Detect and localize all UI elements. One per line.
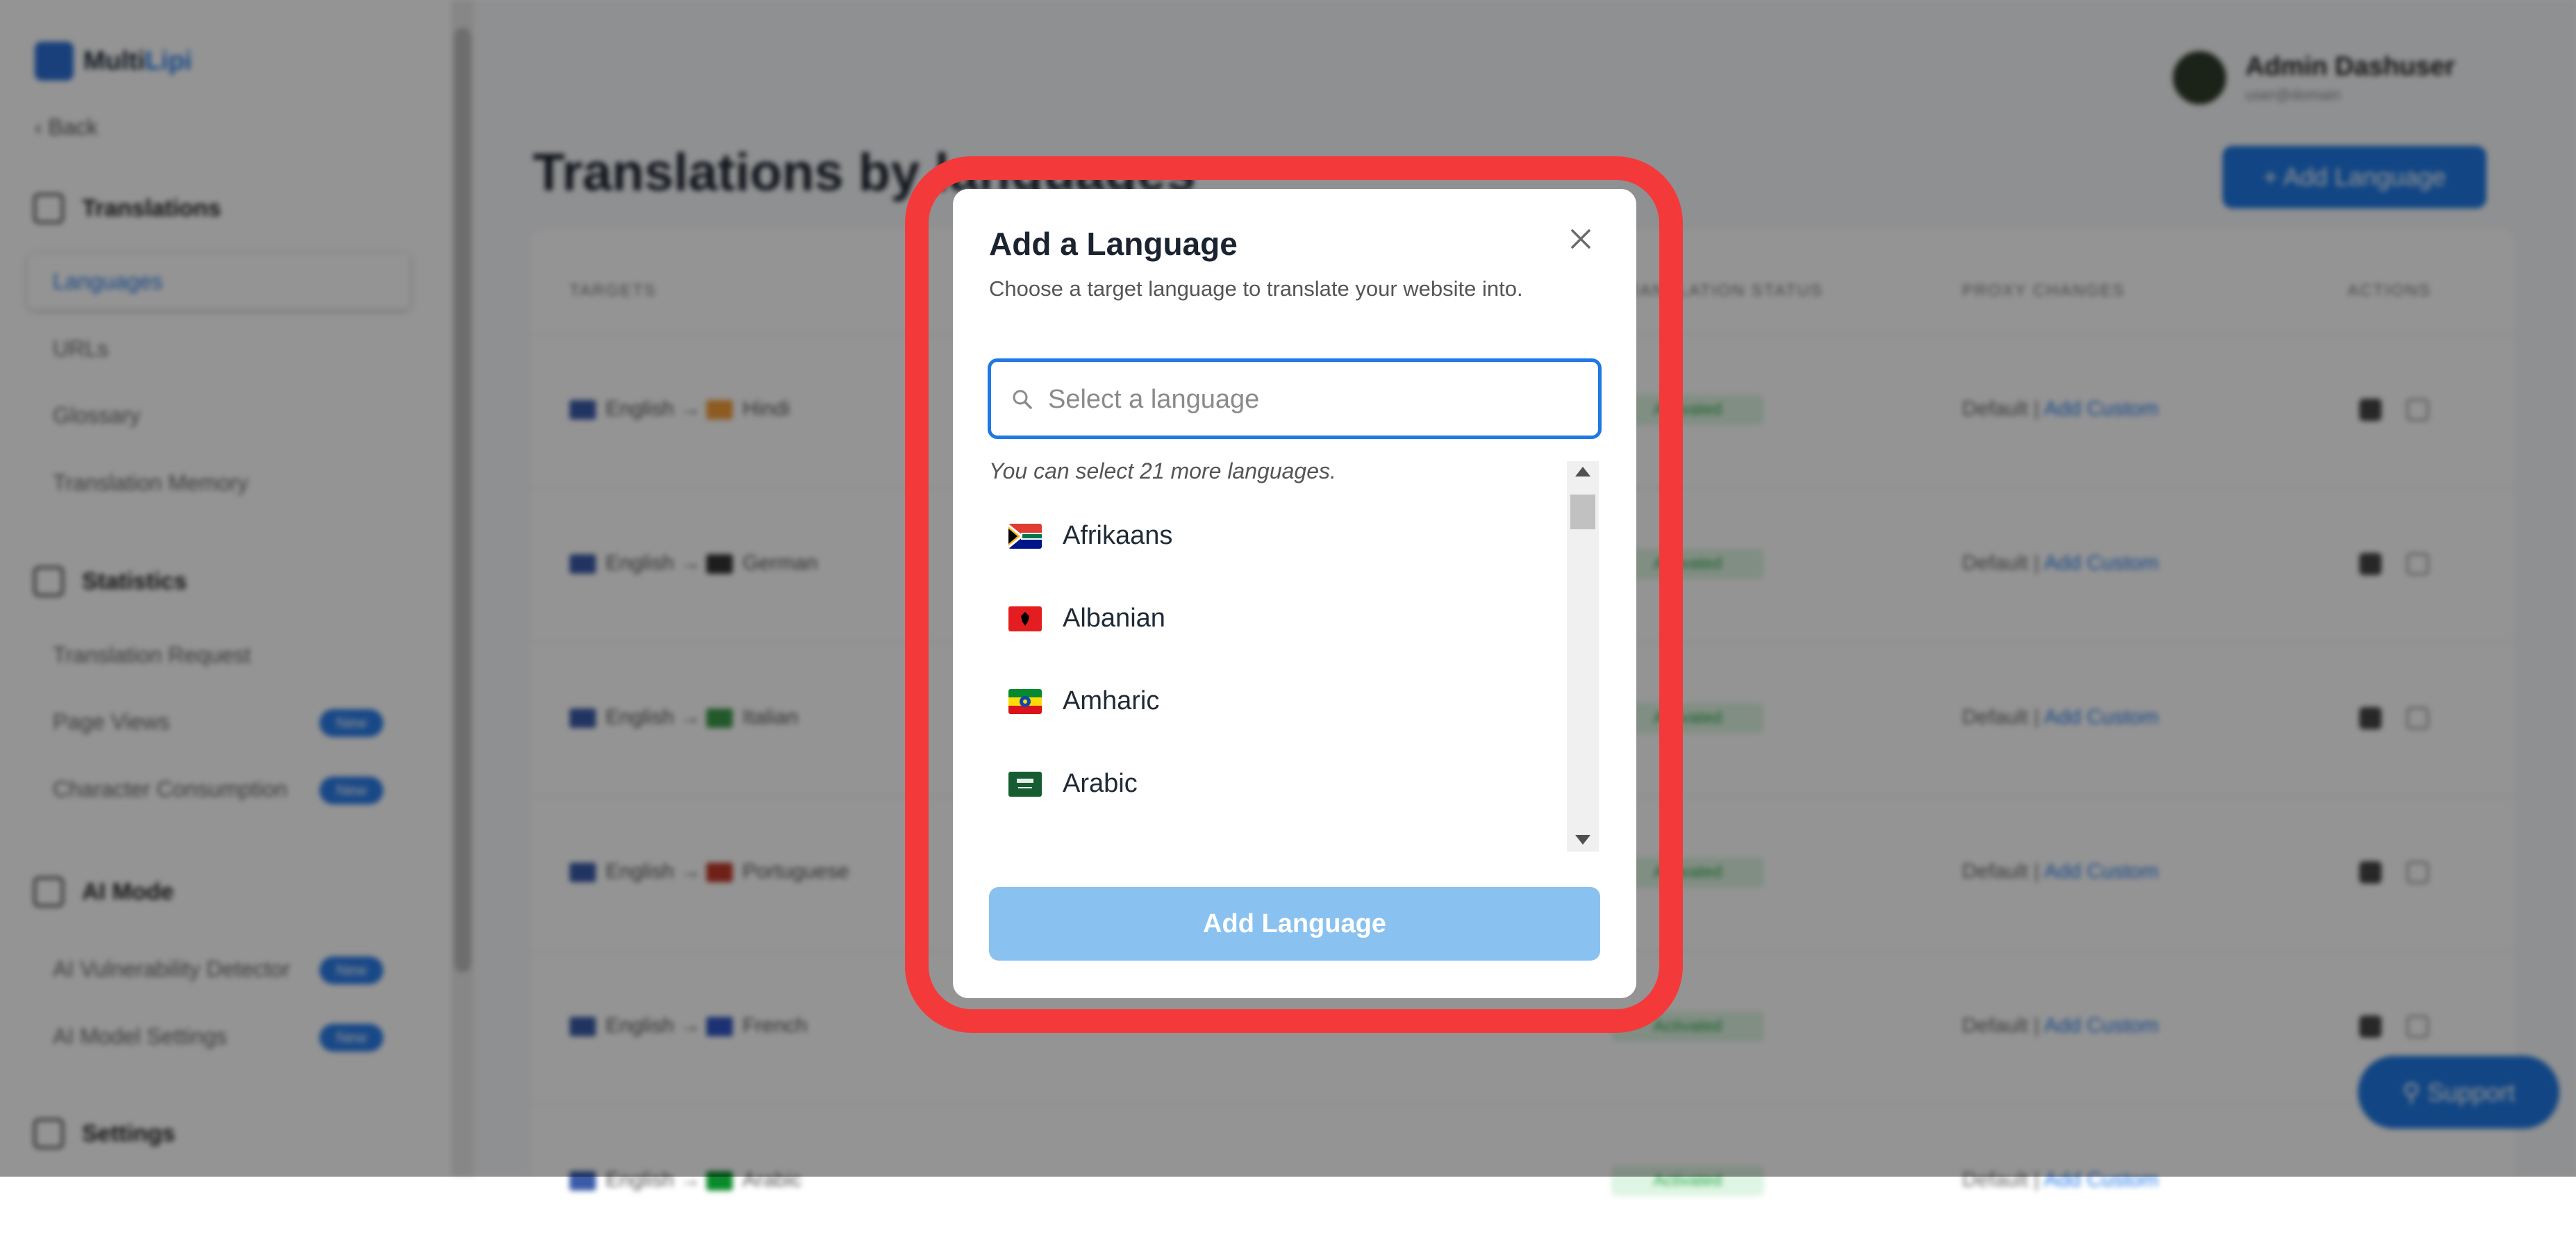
- language-search-input[interactable]: [1047, 376, 1577, 423]
- language-search-field[interactable]: [988, 358, 1602, 439]
- language-name: Albanian: [1063, 604, 1165, 633]
- language-list: Afrikaans Albanian Amharic Arabic: [981, 495, 1564, 835]
- close-icon[interactable]: [1565, 224, 1596, 254]
- scrollbar-thumb[interactable]: [1570, 495, 1595, 529]
- language-option-afrikaans[interactable]: Afrikaans: [981, 495, 1564, 577]
- language-name: Amharic: [1063, 686, 1160, 715]
- add-language-button[interactable]: Add Language: [989, 887, 1600, 961]
- south-africa-flag-icon: [1008, 523, 1042, 549]
- scroll-down-arrow-icon[interactable]: [1575, 835, 1590, 845]
- language-name: Afrikaans: [1063, 521, 1173, 550]
- language-option-arabic[interactable]: Arabic: [981, 743, 1564, 825]
- language-list-scrollbar[interactable]: [1567, 461, 1599, 852]
- albania-flag-icon: [1008, 606, 1042, 631]
- add-language-modal: Add a Language Choose a target language …: [953, 189, 1636, 998]
- language-option-amharic[interactable]: Amharic: [981, 660, 1564, 743]
- modal-title: Add a Language: [989, 226, 1238, 262]
- saudi-arabia-flag-icon: [1008, 771, 1042, 797]
- modal-subtitle: Choose a target language to translate yo…: [989, 276, 1523, 301]
- language-option-albanian[interactable]: Albanian: [981, 577, 1564, 660]
- ethiopia-flag-icon: [1008, 688, 1042, 714]
- remaining-languages-hint: You can select 21 more languages.: [989, 458, 1336, 483]
- search-icon: [1011, 388, 1034, 411]
- scroll-up-arrow-icon[interactable]: [1575, 467, 1590, 476]
- language-name: Arabic: [1063, 769, 1138, 798]
